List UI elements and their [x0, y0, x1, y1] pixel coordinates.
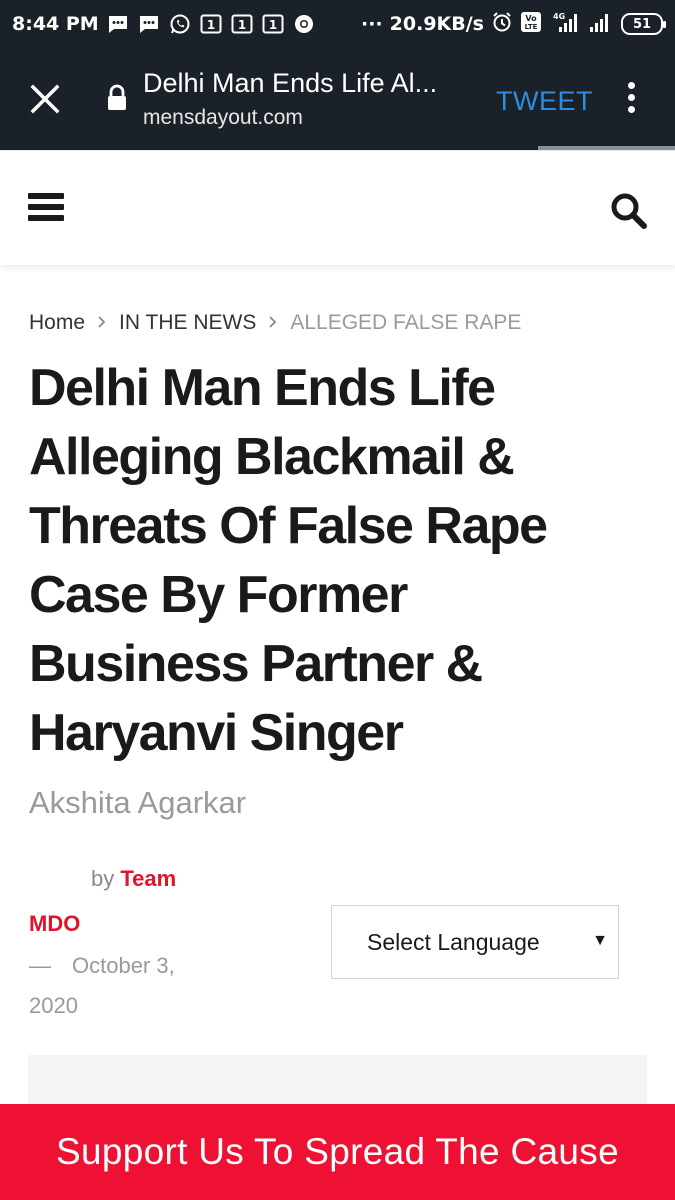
support-banner[interactable]: Support Us To Spread The Cause — [0, 1104, 675, 1200]
signal-icon — [588, 11, 614, 38]
article-title-line: Alleging Blackmail & — [29, 428, 515, 486]
message-icon — [138, 14, 160, 34]
breadcrumb-current[interactable]: ALLEGED FALSE RAPE — [290, 311, 521, 335]
svg-text:1: 1 — [269, 18, 277, 32]
article-title-line: Threats Of False Rape — [29, 497, 548, 555]
battery-icon: 51 — [621, 13, 666, 35]
chevron-right-icon — [97, 312, 107, 335]
chrome-icon — [293, 13, 315, 35]
notification-badge-icon: 1 — [200, 14, 222, 34]
svg-text:1: 1 — [207, 18, 215, 32]
alarm-icon — [491, 11, 513, 38]
article-title-line: Business Partner & — [29, 635, 483, 693]
overflow-menu-icon[interactable] — [623, 82, 639, 116]
byline: by Team — [91, 866, 176, 892]
breadcrumb-category[interactable]: IN THE NEWS — [119, 311, 256, 335]
svg-text:LTE: LTE — [525, 23, 538, 31]
publish-date: October 3, — [72, 953, 175, 978]
search-icon[interactable] — [609, 191, 649, 231]
status-time: 8:44 PM — [12, 13, 99, 35]
by-label: by — [91, 866, 115, 891]
network-speed: 20.9KB/s — [389, 13, 484, 35]
breadcrumb-home[interactable]: Home — [29, 311, 85, 335]
volte-icon: Vo LTE — [520, 11, 542, 38]
article-title-line: Case By Former — [29, 566, 408, 624]
custom-tab-toolbar: Delhi Man Ends Life Al... mensdayout.com… — [0, 48, 675, 150]
svg-text:Vo: Vo — [525, 14, 537, 23]
tweet-button[interactable]: TWEET — [496, 86, 593, 117]
overflow-dots: ··· — [361, 13, 383, 35]
message-icon — [107, 14, 129, 34]
lock-icon — [106, 84, 128, 117]
svg-text:1: 1 — [238, 18, 246, 32]
author-link[interactable]: Team — [120, 866, 176, 891]
svg-text:4G: 4G — [553, 12, 565, 21]
signal-4g-icon: 4G — [549, 11, 581, 38]
author-link[interactable]: MDO — [29, 911, 80, 937]
language-select-value: Select Language — [367, 928, 540, 955]
breadcrumb: Home IN THE NEWS ALLEGED FALSE RAPE — [29, 311, 521, 335]
whatsapp-icon — [169, 13, 191, 35]
article-title: Delhi Man Ends Life Alleging Blackmail &… — [29, 354, 649, 768]
site-header — [0, 150, 675, 265]
page-title: Delhi Man Ends Life Al... — [143, 68, 438, 98]
publish-date-year: 2020 — [29, 993, 78, 1018]
status-bar: 8:44 PM 1 1 1 ··· 20.9KB/s Vo LTE 4G 51 — [0, 0, 675, 48]
article-subtitle: Akshita Agarkar — [29, 785, 247, 820]
caret-down-icon: ▼ — [592, 932, 608, 949]
language-select[interactable]: Select Language ▼ — [331, 905, 619, 979]
menu-icon[interactable] — [28, 193, 64, 223]
page-url[interactable]: mensdayout.com — [143, 106, 303, 130]
article-title-line: Haryanvi Singer — [29, 704, 404, 762]
article-title-line: Delhi Man Ends Life — [29, 359, 496, 417]
support-banner-label: Support Us To Spread The Cause — [56, 1131, 619, 1172]
notification-badge-icon: 1 — [231, 14, 253, 34]
close-icon[interactable] — [28, 82, 62, 116]
date-separator: — — [29, 953, 51, 978]
battery-level: 51 — [632, 16, 652, 32]
notification-badge-icon: 1 — [262, 14, 284, 34]
chevron-right-icon — [268, 312, 278, 335]
